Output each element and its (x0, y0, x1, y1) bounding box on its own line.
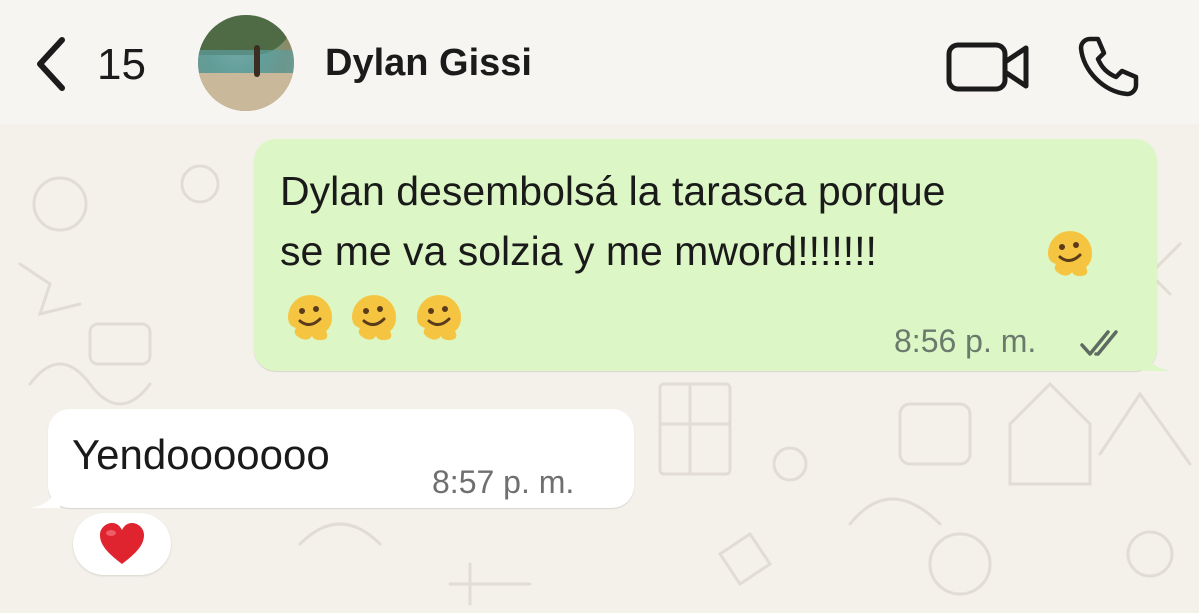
phone-icon[interactable] (1076, 34, 1140, 98)
message-timestamp: 8:56 p. m. (894, 323, 1037, 359)
incoming-message-bubble[interactable]: Yendooooooo 8:57 p. m. (30, 409, 634, 508)
outgoing-message-bubble[interactable]: Dylan desembolsá la tarasca porque se me… (254, 139, 1171, 371)
chevron-left-icon[interactable] (32, 36, 72, 92)
message-text: Dylan desembolsá la tarasca porque se me… (280, 168, 946, 274)
heart-icon (100, 523, 144, 564)
message-timestamp: 8:57 p. m. (432, 464, 575, 500)
melting-face-icon (416, 295, 461, 341)
melting-face-icon (352, 295, 397, 341)
emoji-row (282, 287, 471, 343)
chat-header: 15 Dylan Gissi (0, 0, 1199, 124)
video-camera-icon[interactable] (946, 40, 1030, 94)
avatar[interactable] (198, 15, 294, 111)
bubble-tail (1141, 341, 1171, 371)
unread-count[interactable]: 15 (97, 40, 146, 90)
bubble-tail (30, 478, 60, 508)
melting-face-icon (1048, 231, 1092, 277)
reaction-badge[interactable] (73, 513, 171, 575)
melting-face-icon (288, 295, 332, 341)
read-ticks-icon (1080, 330, 1118, 356)
contact-name[interactable]: Dylan Gissi (325, 42, 532, 85)
message-text: Yendooooooo (72, 431, 330, 478)
